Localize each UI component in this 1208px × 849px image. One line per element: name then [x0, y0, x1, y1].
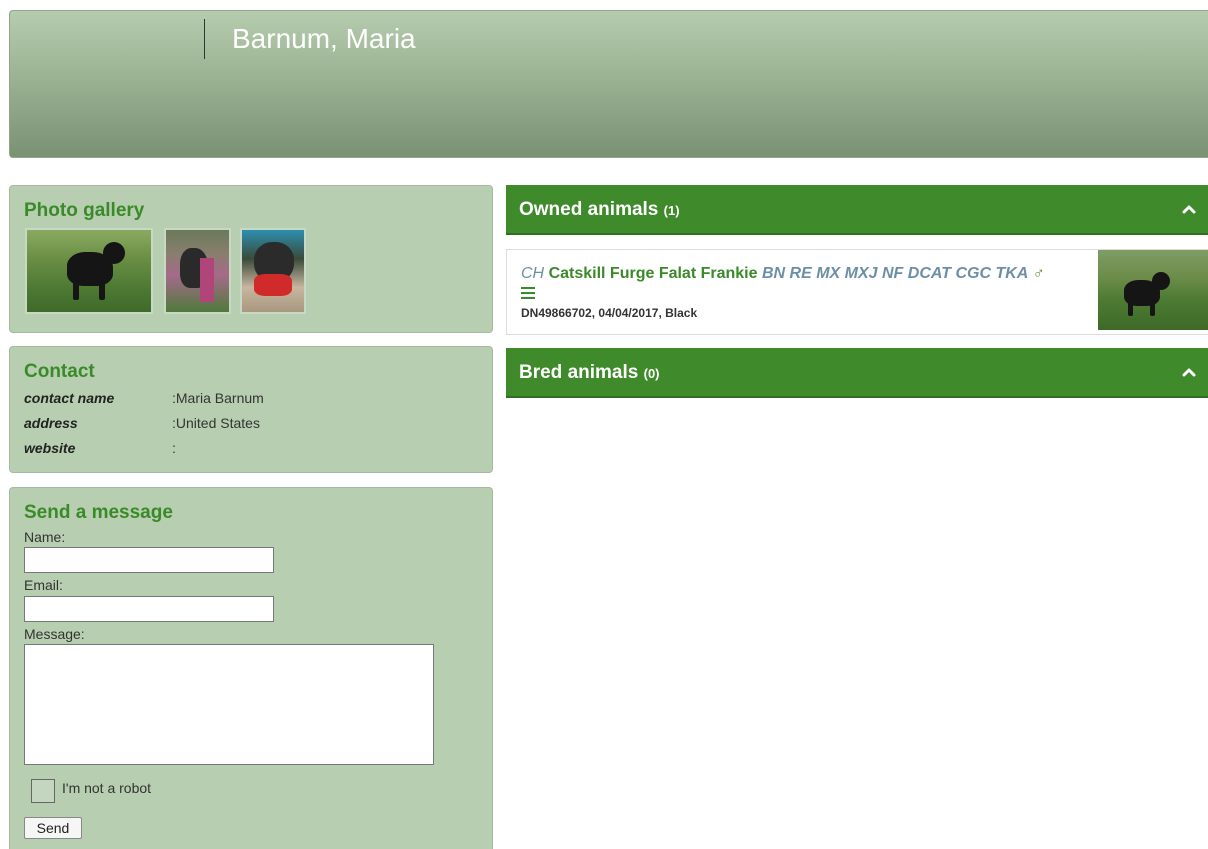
email-input[interactable] [24, 596, 274, 622]
gallery-thumbnail-3[interactable] [240, 228, 306, 314]
bred-animals-count: (0) [643, 366, 660, 381]
not-a-robot-checkbox[interactable] [31, 779, 55, 803]
message-textarea[interactable] [24, 644, 434, 765]
contact-name-value: :Maria Barnum [172, 390, 264, 406]
animal-name-link[interactable]: Catskill Furge Falat Frankie [549, 265, 758, 282]
website-value: : [172, 440, 176, 456]
message-label: Message: [24, 626, 85, 642]
owned-animals-header[interactable]: Owned animals (1) [506, 185, 1208, 235]
website-key: website [24, 440, 76, 456]
bred-animals-header[interactable]: Bred animals (0) [506, 348, 1208, 398]
chevron-up-icon[interactable] [1179, 199, 1199, 219]
address-key: address [24, 415, 78, 431]
page-title: Barnum, Maria [232, 23, 416, 54]
not-a-robot-label: I'm not a robot [62, 780, 152, 796]
photo-gallery-title: Photo gallery [24, 200, 145, 221]
contact-name-key: contact name [24, 390, 115, 406]
bred-animals-title: Bred animals (0) [519, 362, 660, 384]
male-icon: ♂ [1032, 265, 1045, 282]
contact-panel: Contact contact name :Maria Barnum addre… [9, 346, 493, 473]
gallery-thumbnail-1[interactable] [25, 228, 153, 314]
name-input[interactable] [24, 547, 274, 573]
photo-gallery-panel: Photo gallery [9, 185, 493, 333]
gallery-thumbnail-2[interactable] [164, 228, 231, 314]
owned-animals-title: Owned animals (1) [519, 199, 680, 221]
animal-photo[interactable] [1098, 250, 1208, 330]
contact-title: Contact [24, 361, 95, 382]
animal-suffix-titles: BN RE MX MXJ NF DCAT CGC TKA [761, 265, 1029, 282]
owned-animals-label: Owned animals [519, 199, 659, 220]
send-message-panel: Send a message Name: Email: Message: I'm… [9, 487, 493, 849]
chevron-up-icon[interactable] [1179, 362, 1199, 382]
name-label: Name: [24, 529, 66, 545]
animal-card: CH Catskill Furge Falat Frankie BN RE MX… [506, 249, 1208, 335]
address-value: :United States [172, 415, 260, 431]
animal-title[interactable]: CH Catskill Furge Falat Frankie BN RE MX… [521, 265, 1045, 283]
send-message-title: Send a message [24, 502, 173, 523]
email-label: Email: [24, 577, 63, 593]
owned-animals-count: (1) [663, 203, 680, 218]
header-divider [204, 19, 205, 59]
bred-animals-label: Bred animals [519, 362, 639, 383]
profile-header: Barnum, Maria [9, 10, 1208, 158]
send-button[interactable]: Send [24, 817, 82, 839]
animal-meta: DN49866702, 04/04/2017, Black [521, 306, 698, 320]
animal-prefix-title: CH [521, 265, 545, 282]
menu-icon[interactable] [521, 287, 535, 299]
